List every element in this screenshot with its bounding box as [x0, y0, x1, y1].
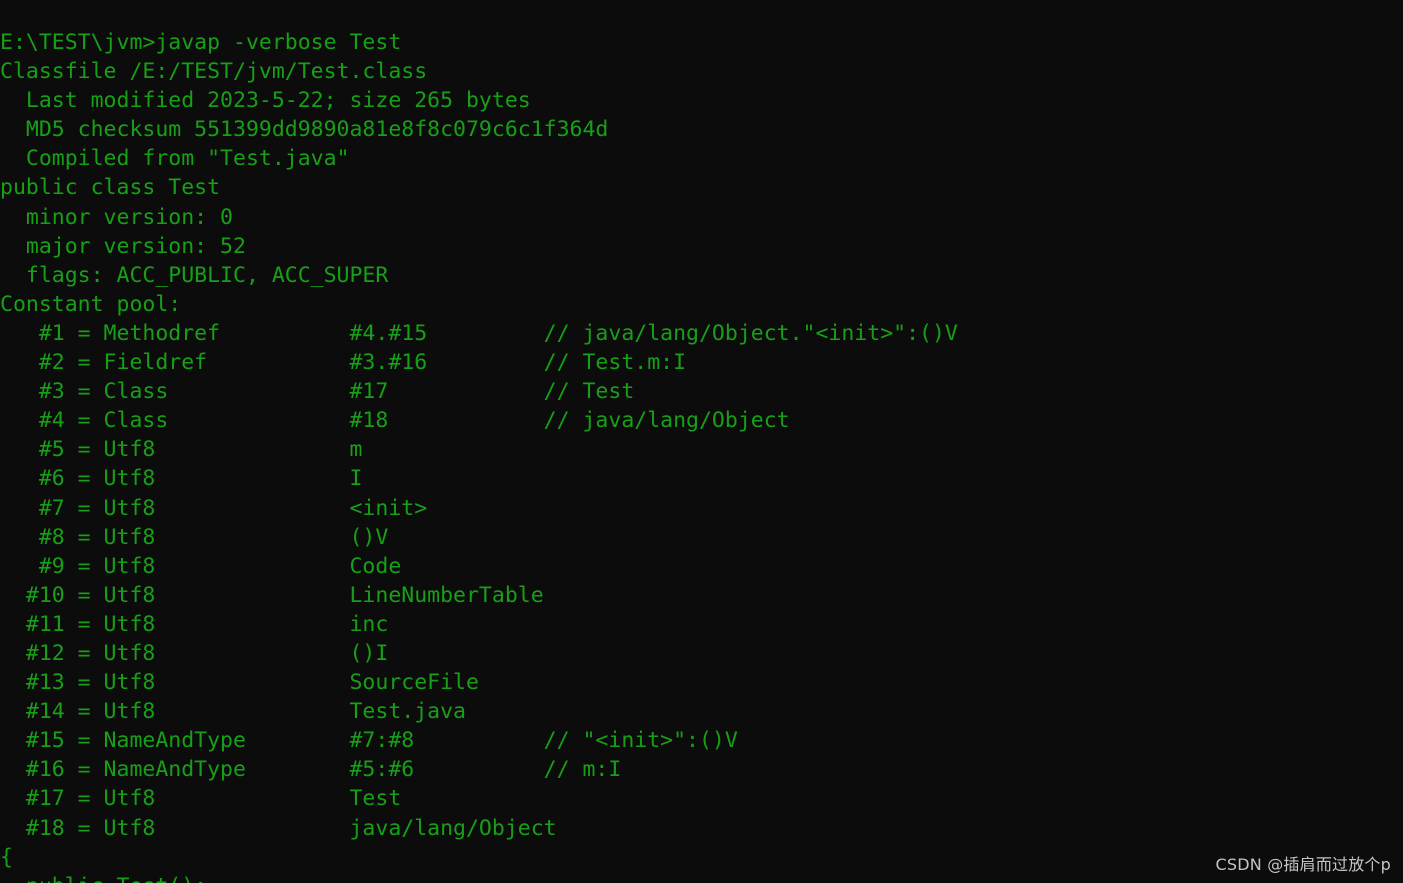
constant-pool-entry: #9 = Utf8 Code [0, 553, 402, 579]
md5-checksum-line: MD5 checksum 551399dd9890a81e8f8c079c6c1… [0, 117, 609, 143]
major-version-line: major version: 52 [0, 233, 246, 259]
constant-pool-entry: #5 = Utf8 m [0, 437, 363, 463]
constant-pool-entry: #7 = Utf8 <init> [0, 495, 428, 521]
terminal-output: E:\TEST\jvm>javap -verbose Test Classfile… [0, 28, 1403, 883]
classfile-path-line: Classfile /E:/TEST/jvm/Test.class [0, 59, 428, 85]
minor-version-line: minor version: 0 [0, 204, 233, 230]
constant-pool-entry: #16 = NameAndType #5:#6 // m:I [0, 757, 622, 783]
csdn-watermark: CSDN @插肩而过放个p [1215, 855, 1391, 874]
terminal-window[interactable]: E:\TEST\jvm>javap -verbose Test Classfile… [0, 0, 1403, 883]
constant-pool-header-line: Constant pool: [0, 291, 182, 317]
constant-pool-entry: #1 = Methodref #4.#15 // java/lang/Objec… [0, 320, 958, 346]
constant-pool-entry: #11 = Utf8 inc [0, 611, 389, 637]
constant-pool-entry: #4 = Class #18 // java/lang/Object [0, 408, 790, 434]
constant-pool-entry: #3 = Class #17 // Test [0, 379, 635, 405]
constant-pool-entry: #13 = Utf8 SourceFile [0, 670, 479, 696]
constant-pool-entry: #12 = Utf8 ()I [0, 640, 389, 666]
member-declaration-line: public Test(); [0, 872, 1403, 883]
prompt-line: E:\TEST\jvm>javap -verbose Test [0, 30, 402, 55]
constant-pool-entry: #14 = Utf8 Test.java [0, 699, 466, 725]
class-declaration-line: public class Test [0, 175, 221, 201]
constant-pool-entry: #8 = Utf8 ()V [0, 524, 389, 550]
constant-pool-entry: #6 = Utf8 I [0, 466, 363, 492]
constant-pool-entry: #10 = Utf8 LineNumberTable [0, 582, 544, 608]
constant-pool-entry: #18 = Utf8 java/lang/Object [0, 815, 557, 841]
flags-line: flags: ACC_PUBLIC, ACC_SUPER [0, 262, 389, 288]
compiled-from-line: Compiled from "Test.java" [0, 146, 350, 172]
constant-pool-entry: #17 = Utf8 Test [0, 786, 402, 812]
last-modified-line: Last modified 2023-5-22; size 265 bytes [0, 88, 531, 114]
constant-pool-entry: #15 = NameAndType #7:#8 // "<init>":()V [0, 728, 738, 754]
constant-pool-entry: #2 = Fieldref #3.#16 // Test.m:I [0, 350, 687, 376]
open-brace-line: { [0, 844, 13, 870]
